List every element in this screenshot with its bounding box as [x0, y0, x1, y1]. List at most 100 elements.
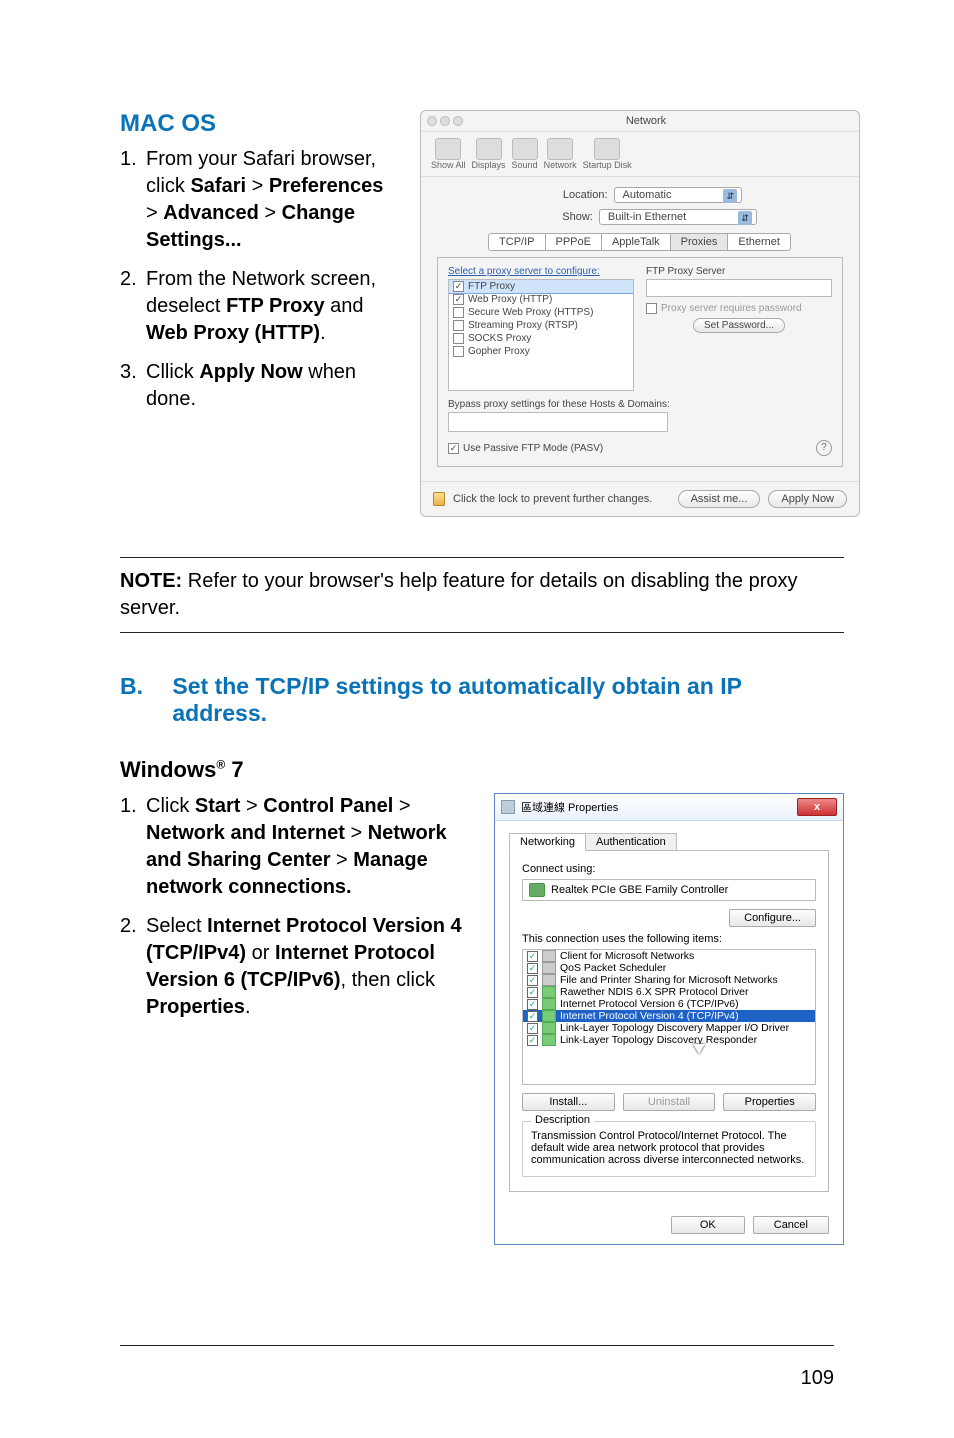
properties-button[interactable]: Properties — [723, 1093, 816, 1111]
networking-tab-panel: Connect using: Realtek PCIe GBE Family C… — [509, 850, 829, 1192]
connection-item[interactable]: ✓Rawether NDIS 6.X SPR Protocol Driver — [523, 986, 815, 998]
win-titlebar: 區域連線 Properties x — [495, 794, 843, 821]
tab-authentication[interactable]: Authentication — [585, 833, 677, 851]
protocol-icon — [542, 1022, 556, 1034]
win7-prefix: Windows — [120, 757, 216, 782]
proxies-panel: Select a proxy server to configure: ✓FTP… — [437, 257, 843, 467]
lock-icon[interactable] — [433, 492, 445, 506]
connection-item[interactable]: ✓Client for Microsoft Networks — [523, 950, 815, 962]
apply-now-button[interactable]: Apply Now — [768, 490, 847, 508]
note-label: NOTE: — [120, 570, 182, 592]
mac-window-title: Network — [433, 115, 859, 127]
mac-window-footer: Click the lock to prevent further change… — [421, 481, 859, 516]
tab-networking[interactable]: Networking — [509, 833, 586, 851]
lock-text: Click the lock to prevent further change… — [453, 493, 652, 505]
proxy-list-item[interactable]: ✓FTP Proxy — [448, 279, 634, 294]
ok-button[interactable]: OK — [671, 1216, 745, 1234]
mac-window-titlebar: Network — [421, 111, 859, 132]
location-select[interactable]: Automatic ⇵ — [614, 187, 743, 203]
item-checkbox[interactable]: ✓ — [527, 975, 538, 986]
item-checkbox[interactable]: ✓ — [527, 963, 538, 974]
ftp-proxy-address-input[interactable] — [646, 279, 832, 297]
tab-appletalk[interactable]: AppleTalk — [601, 233, 671, 251]
connection-item[interactable]: ✓Link-Layer Topology Discovery Mapper I/… — [523, 1022, 815, 1034]
cancel-button[interactable]: Cancel — [753, 1216, 829, 1234]
install-button[interactable]: Install... — [522, 1093, 615, 1111]
windows-7-heading: Windows® 7 — [120, 757, 844, 783]
proxy-list-item[interactable]: Streaming Proxy (RTSP) — [449, 319, 633, 332]
adapter-name: Realtek PCIe GBE Family Controller — [551, 884, 728, 896]
requires-password-checkbox[interactable] — [646, 303, 657, 314]
proxy-list-item[interactable]: Secure Web Proxy (HTTPS) — [449, 306, 633, 319]
connection-item[interactable]: ✓Internet Protocol Version 4 (TCP/IPv4) — [523, 1010, 815, 1022]
plain-text: > — [240, 795, 263, 817]
proxy-checkbox[interactable] — [453, 346, 464, 357]
plain-text: > — [246, 175, 269, 197]
item-checkbox[interactable]: ✓ — [527, 987, 538, 998]
item-label: File and Printer Sharing for Microsoft N… — [560, 974, 778, 986]
uninstall-button: Uninstall — [623, 1093, 716, 1111]
toolbar-item[interactable]: Displays — [472, 138, 506, 170]
protocol-icon — [542, 986, 556, 998]
proxy-checkbox[interactable]: ✓ — [453, 294, 464, 305]
emphasis-text: Apply Now — [199, 361, 302, 383]
assist-me-button[interactable]: Assist me... — [678, 490, 761, 508]
tab-proxies[interactable]: Proxies — [670, 233, 729, 251]
emphasis-text: Preferences — [269, 175, 384, 197]
item-checkbox[interactable]: ✓ — [527, 951, 538, 962]
plain-text: > — [393, 795, 410, 817]
mac-network-window: Network Show AllDisplaysSoundNetworkStar… — [420, 110, 860, 517]
item-checkbox[interactable]: ✓ — [527, 1035, 538, 1046]
protocol-icon — [542, 1034, 556, 1046]
proxy-list-item[interactable]: SOCKS Proxy — [449, 332, 633, 345]
proxy-checkbox[interactable] — [453, 307, 464, 318]
connection-items-list[interactable]: ✓Client for Microsoft Networks✓QoS Packe… — [522, 949, 816, 1085]
toolbar-item[interactable]: Show All — [431, 138, 466, 170]
toolbar-label: Sound — [512, 160, 538, 170]
connection-item[interactable]: ✓QoS Packet Scheduler — [523, 962, 815, 974]
show-value: Built-in Ethernet — [608, 211, 686, 223]
step-body: Click Start > Control Panel > Network an… — [146, 793, 470, 901]
tab-pppoe[interactable]: PPPoE — [545, 233, 602, 251]
divider — [120, 632, 844, 633]
connection-item[interactable]: ✓ File and Printer Sharing for Microsoft … — [523, 974, 815, 986]
configure-button[interactable]: Configure... — [729, 909, 816, 927]
item-checkbox[interactable]: ✓ — [527, 999, 538, 1010]
emphasis-text: Advanced — [163, 202, 259, 224]
plain-text: . — [245, 996, 251, 1018]
tab-tcp/ip[interactable]: TCP/IP — [488, 233, 545, 251]
proxy-list-item[interactable]: ✓Web Proxy (HTTP) — [449, 293, 633, 306]
proxy-checkbox[interactable] — [453, 320, 464, 331]
toolbar-item[interactable]: Sound — [512, 138, 538, 170]
toolbar-icon — [594, 138, 620, 160]
passive-ftp-checkbox[interactable]: ✓ — [448, 443, 459, 454]
set-password-button[interactable]: Set Password... — [693, 318, 785, 333]
proxy-list-item[interactable]: Gopher Proxy — [449, 345, 633, 358]
step-item: 2.From the Network screen, deselect FTP … — [120, 266, 400, 347]
toolbar-icon — [476, 138, 502, 160]
bypass-hosts-input[interactable] — [448, 412, 668, 432]
proxy-checkbox[interactable] — [453, 333, 464, 344]
proxy-server-list[interactable]: ✓FTP Proxy✓Web Proxy (HTTP)Secure Web Pr… — [448, 279, 634, 391]
win-dialog-title: 區域連線 Properties — [521, 799, 618, 815]
toolbar-item[interactable]: Startup Disk — [583, 138, 632, 170]
proxy-checkbox[interactable]: ✓ — [453, 281, 464, 292]
toolbar-item[interactable]: Network — [544, 138, 577, 170]
show-select[interactable]: Built-in Ethernet ⇵ — [599, 209, 757, 225]
connection-item[interactable]: ✓Link-Layer Topology Discovery Responder — [523, 1034, 815, 1046]
passive-ftp-label: Use Passive FTP Mode (PASV) — [463, 443, 603, 454]
connection-item[interactable]: ✓Internet Protocol Version 6 (TCP/IPv6) — [523, 998, 815, 1010]
item-checkbox[interactable]: ✓ — [527, 1023, 538, 1034]
connect-using-label: Connect using: — [522, 863, 816, 875]
close-button[interactable]: x — [797, 798, 837, 816]
cursor-icon — [693, 1044, 705, 1054]
bypass-label: Bypass proxy settings for these Hosts & … — [448, 399, 832, 410]
help-icon[interactable]: ? — [816, 440, 832, 456]
tab-ethernet[interactable]: Ethernet — [727, 233, 791, 251]
connection-properties-dialog: 區域連線 Properties x NetworkingAuthenticati… — [494, 793, 844, 1245]
item-checkbox[interactable]: ✓ — [527, 1011, 538, 1022]
chevron-updown-icon: ⇵ — [723, 189, 737, 203]
emphasis-text: Safari — [190, 175, 246, 197]
location-value: Automatic — [623, 189, 672, 201]
select-proxy-link[interactable]: Select a proxy server to configure: — [448, 266, 634, 277]
